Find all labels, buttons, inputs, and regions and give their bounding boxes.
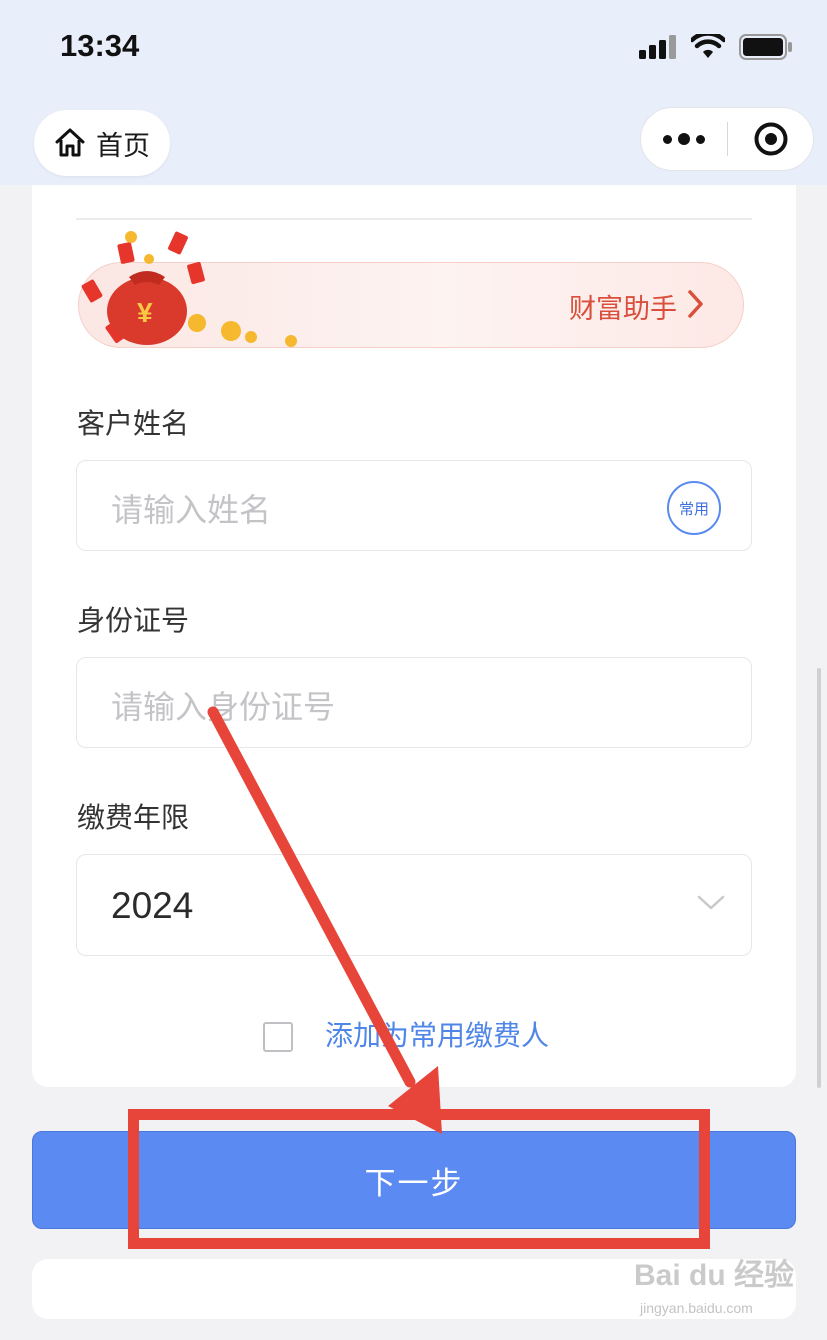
common-contacts-button[interactable]: 常用 (667, 481, 721, 535)
id-number-label: 身份证号 (77, 604, 190, 637)
more-dots-icon (663, 134, 672, 144)
banner-label: 财富助手 (569, 294, 677, 325)
battery-icon (739, 34, 792, 60)
form-card: ¥ 财富助手 客户姓名 请输入姓名 常用 身份证号 请输入身份证号 缴费年限 2… (32, 185, 796, 1087)
id-number-placeholder: 请输入身份证号 (111, 688, 336, 726)
add-common-payer-checkbox[interactable] (263, 1022, 293, 1052)
more-button[interactable] (641, 133, 727, 145)
chevron-right-icon (688, 290, 703, 318)
status-time: 13:34 (60, 28, 140, 63)
annotation-highlight-box (128, 1109, 710, 1249)
more-dot (678, 133, 690, 145)
wealth-assistant-banner[interactable]: ¥ 财富助手 (78, 231, 744, 348)
payment-year-value: 2024 (111, 885, 194, 926)
money-bag-icon: ¥ (81, 231, 297, 347)
mini-program-capsule (640, 107, 814, 171)
target-icon (754, 122, 787, 156)
payment-year-select[interactable]: 2024 (76, 854, 752, 956)
home-button[interactable]: 首页 (34, 110, 170, 176)
svg-text:¥: ¥ (137, 297, 153, 328)
more-dot (696, 134, 705, 144)
close-mini-program-button[interactable] (728, 121, 813, 157)
status-icons (639, 34, 793, 60)
payment-year-label: 缴费年限 (77, 801, 190, 834)
id-number-input[interactable]: 请输入身份证号 (76, 657, 752, 748)
name-label: 客户姓名 (77, 407, 190, 440)
status-bar: 13:34 首页 (0, 0, 827, 185)
name-placeholder: 请输入姓名 (111, 491, 272, 529)
add-common-payer-label[interactable]: 添加为常用缴费人 (325, 1014, 549, 1054)
name-input[interactable]: 请输入姓名 常用 (76, 460, 752, 551)
scrollbar[interactable] (817, 668, 821, 1088)
home-label: 首页 (96, 130, 150, 162)
watermark: Bai du 经验 (634, 1259, 795, 1292)
divider (76, 218, 752, 220)
watermark-url: jingyan.baidu.com (640, 1300, 753, 1316)
wifi-icon (691, 34, 725, 58)
home-icon (55, 128, 85, 157)
signal-icon (639, 35, 676, 59)
common-badge-label: 常用 (678, 499, 709, 518)
chevron-down-icon (697, 895, 725, 910)
